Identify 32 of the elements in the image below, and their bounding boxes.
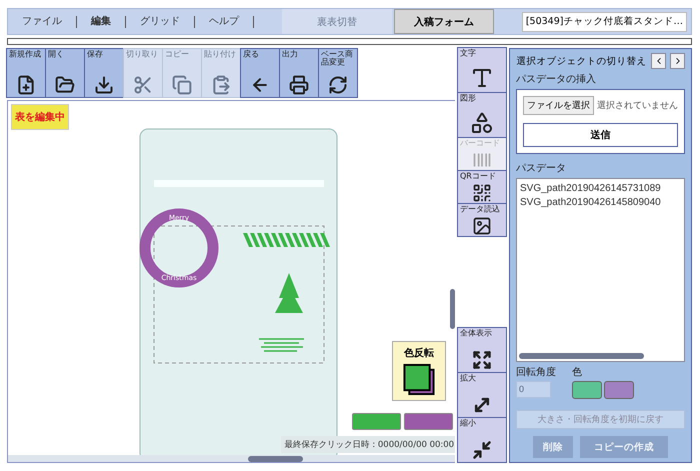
toolbar-button[interactable]: 新規作成 — [6, 48, 46, 98]
menu-item[interactable]: ファイル — [8, 16, 77, 28]
section-heading: パスデータの挿入 — [516, 72, 597, 86]
send-button[interactable]: 送信 — [523, 123, 678, 147]
menu-item[interactable]: グリッド — [126, 16, 195, 28]
view-tool-button[interactable]: 縮小 — [457, 417, 507, 463]
tool-button[interactable]: データ読込 — [457, 203, 507, 237]
product-field[interactable]: [50349]チャック付底着スタンド… — [522, 12, 687, 32]
view-tool-button[interactable]: 全体表示 — [457, 327, 507, 373]
edit-status-badge: 表を編集中 — [11, 104, 69, 130]
file-status-text: 選択されていません — [597, 100, 678, 112]
menu-item[interactable]: ヘルプ — [195, 16, 254, 28]
panel-title: 選択オブジェクトの切り替え — [516, 54, 647, 68]
color-label: 色 — [572, 366, 583, 379]
tool-button[interactable]: QRコード — [457, 170, 507, 204]
view-tool-button[interactable]: 拡大 — [457, 372, 507, 418]
path-list-item[interactable]: SVG_path20190426145809040 — [520, 196, 681, 210]
path-list-item[interactable]: SVG_path20190426145731089 — [520, 182, 681, 196]
choose-file-button[interactable]: ファイルを選択 — [523, 96, 594, 115]
last-saved-text: 最終保存クリック日時：0000/00/00 00:00 — [281, 436, 455, 453]
toolbar-button[interactable]: 開く — [45, 48, 85, 98]
submit-form-button[interactable]: 入稿フォーム — [394, 9, 494, 34]
section-heading: パスデータ — [516, 162, 567, 175]
toolbar-button[interactable]: ベース商品変更 — [318, 48, 358, 98]
toolbar-button[interactable]: 出力 — [279, 48, 319, 98]
menu-item[interactable]: 編集 — [77, 16, 126, 28]
color-invert-button[interactable]: 色反転 — [392, 341, 446, 401]
tool-button[interactable]: 文字 — [457, 47, 507, 93]
toolbar-button[interactable]: 保存 — [84, 48, 124, 98]
toolbar-button[interactable]: 戻る — [240, 48, 280, 98]
tool-button[interactable]: 図形 — [457, 92, 507, 138]
rotation-label: 回転角度 — [516, 366, 556, 379]
